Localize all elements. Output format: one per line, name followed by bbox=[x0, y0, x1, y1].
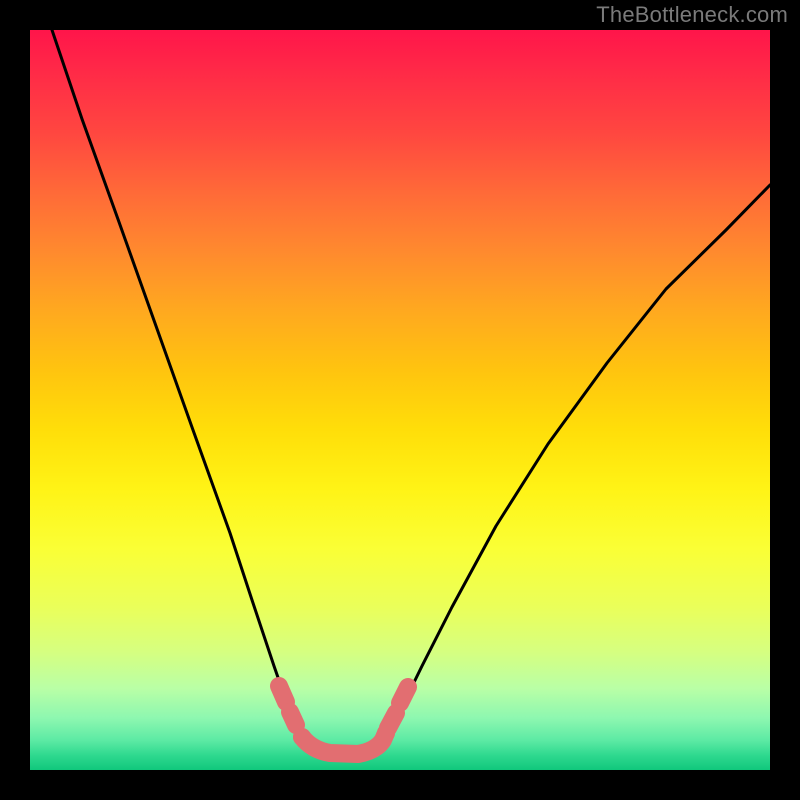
chart-stage: TheBottleneck.com bbox=[0, 0, 800, 800]
right-anchor-dot bbox=[377, 724, 395, 742]
watermark-text: TheBottleneck.com bbox=[596, 2, 788, 28]
optimal-region-arc bbox=[302, 733, 386, 754]
left-anchor-dot bbox=[293, 728, 311, 746]
right-dash-2 bbox=[400, 687, 408, 703]
plot-area bbox=[30, 30, 770, 770]
plot-svg bbox=[30, 30, 770, 770]
bottleneck-curve bbox=[52, 30, 770, 752]
left-dash-2 bbox=[290, 712, 296, 725]
left-dash-1 bbox=[279, 686, 286, 702]
